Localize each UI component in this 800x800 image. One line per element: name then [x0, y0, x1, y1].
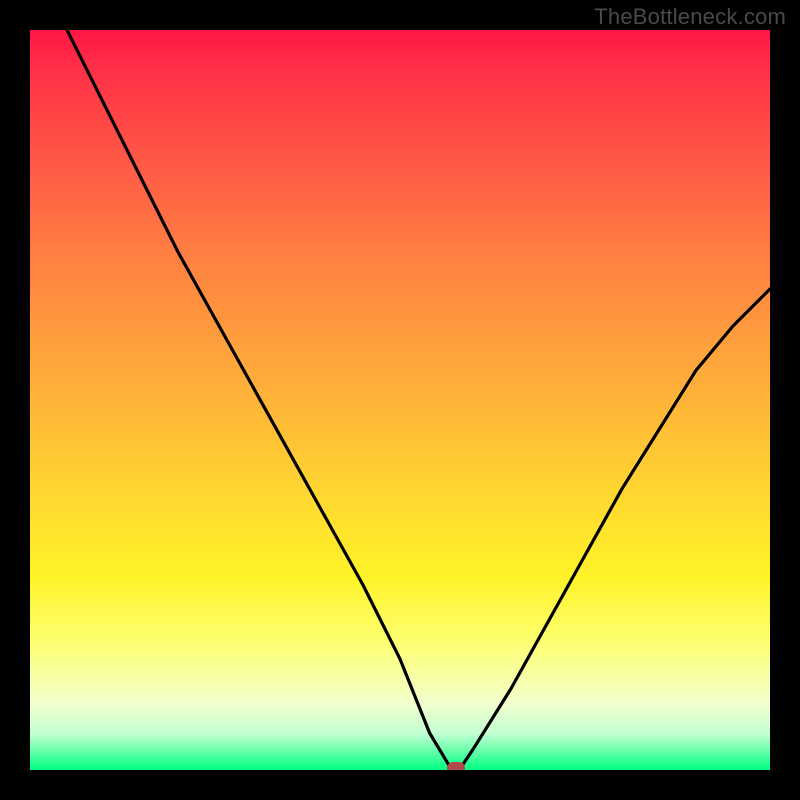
plot-area	[30, 30, 770, 770]
bottleneck-curve	[67, 30, 770, 770]
min-marker	[447, 762, 465, 770]
chart-curve-svg	[30, 30, 770, 770]
chart-frame: TheBottleneck.com	[0, 0, 800, 800]
watermark-text: TheBottleneck.com	[594, 4, 786, 30]
